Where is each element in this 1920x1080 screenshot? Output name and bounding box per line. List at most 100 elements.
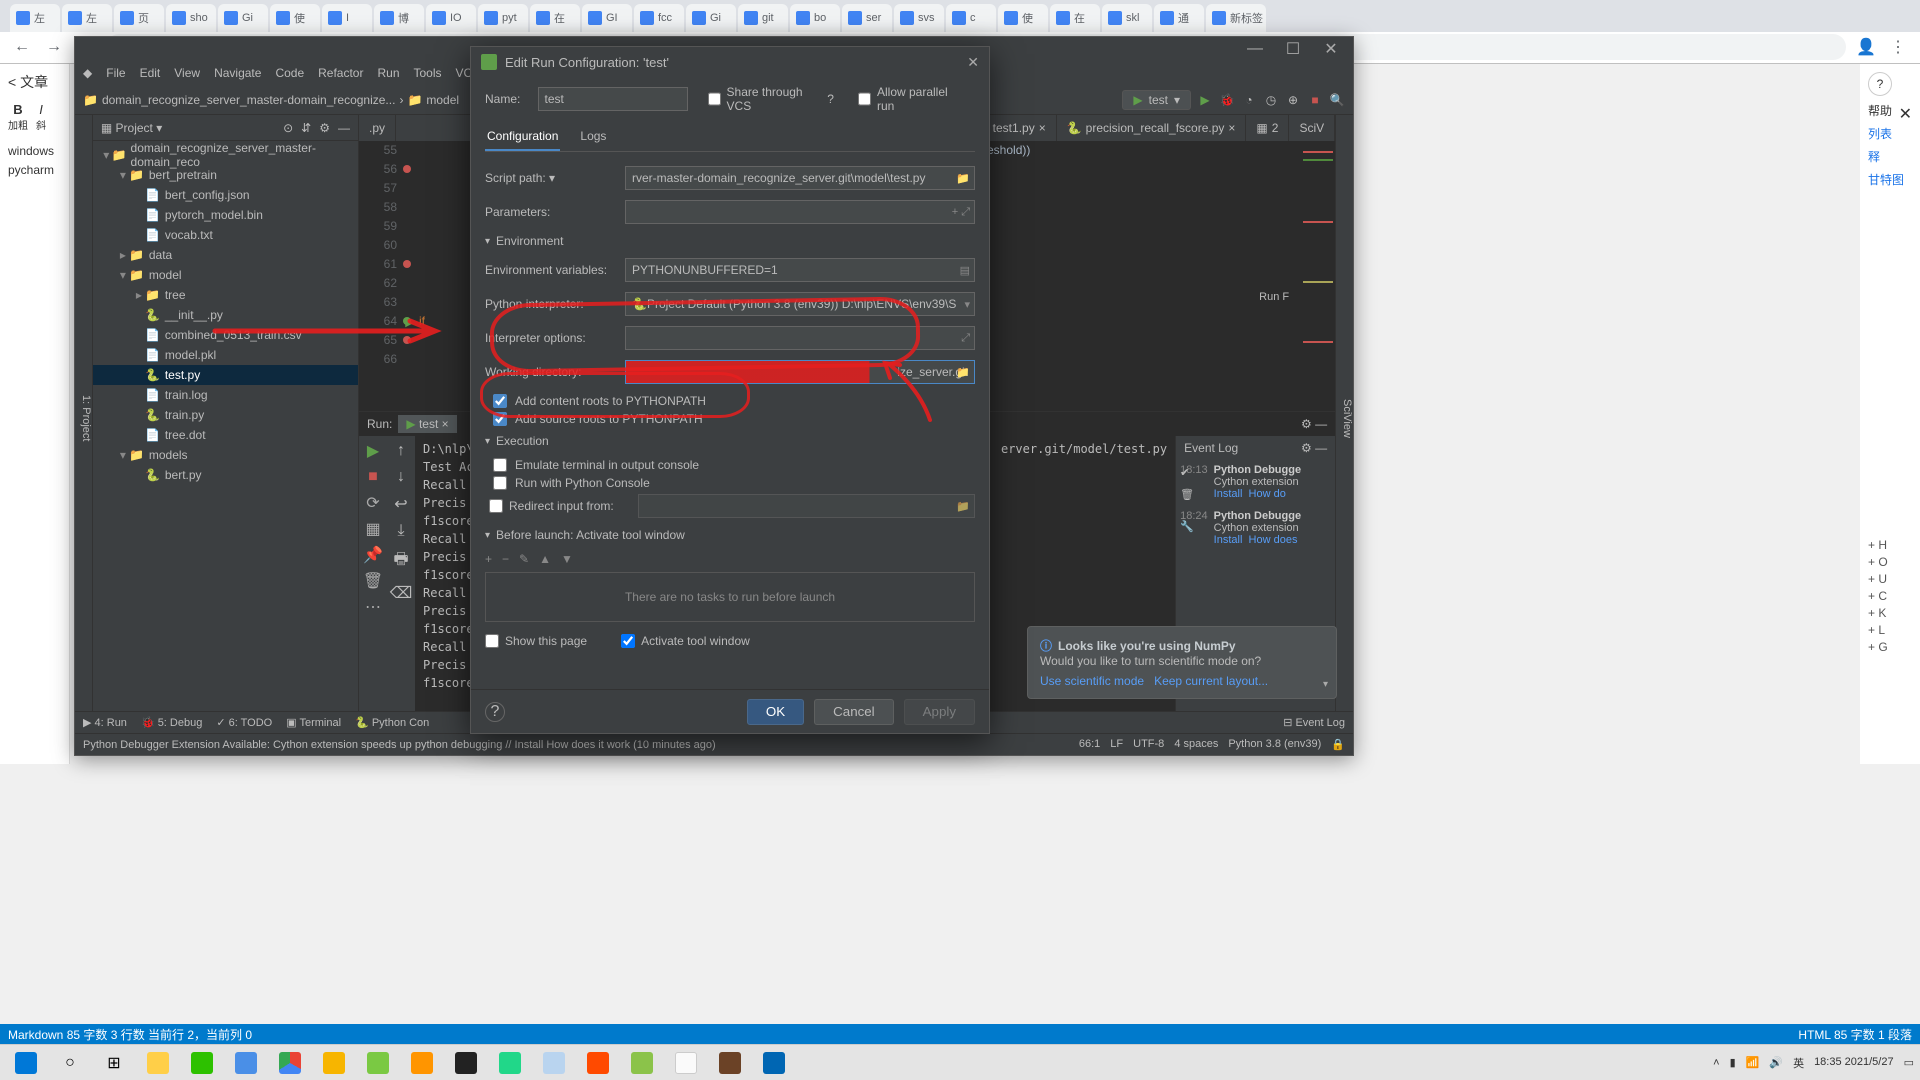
menu-navigate[interactable]: Navigate	[214, 66, 261, 80]
browser-tab[interactable]: ser	[842, 4, 892, 32]
interpreter-options-input[interactable]: ⤢	[625, 326, 975, 350]
7zip-icon[interactable]	[754, 1048, 794, 1078]
tree-item[interactable]: ▸📁tree	[93, 285, 358, 305]
notification-center-icon[interactable]: ▭	[1904, 1056, 1914, 1069]
browser-tab[interactable]: Gi	[686, 4, 736, 32]
browser-tab[interactable]: Gi	[218, 4, 268, 32]
profile-button[interactable]: ◷	[1263, 92, 1279, 108]
add-task-button[interactable]: +	[485, 552, 492, 566]
browser-tab[interactable]: 新标签	[1206, 4, 1266, 32]
browser-tab[interactable]: 使	[998, 4, 1048, 32]
app-icon[interactable]	[358, 1048, 398, 1078]
crumb-item[interactable]: model	[426, 93, 459, 107]
help-icon[interactable]: ?	[827, 92, 834, 106]
taskview-button[interactable]: ⊞	[94, 1048, 134, 1078]
menu-icon[interactable]: ⋮	[1886, 35, 1910, 59]
browser-tab[interactable]: 使	[270, 4, 320, 32]
folder-icon[interactable]: 📁	[956, 172, 970, 185]
hide-icon[interactable]: —	[1315, 441, 1327, 455]
toolwin-todo[interactable]: ✓ 6: TODO	[216, 716, 272, 729]
toolwin-terminal[interactable]: ▣ Terminal	[286, 716, 341, 729]
browser-tab[interactable]: GI	[582, 4, 632, 32]
italic-button[interactable]: I	[39, 102, 43, 117]
tab-configuration[interactable]: Configuration	[485, 123, 560, 151]
tree-item[interactable]: ▾📁models	[93, 445, 358, 465]
parallel-checkbox[interactable]: Allow parallel run	[858, 85, 961, 113]
browser-tab[interactable]: sho	[166, 4, 216, 32]
browser-tab[interactable]: fcc	[634, 4, 684, 32]
down-button[interactable]: ↓	[397, 468, 405, 486]
run-config-selector[interactable]: ▶test▾	[1122, 90, 1191, 110]
app-icon[interactable]	[534, 1048, 574, 1078]
line-separator[interactable]: LF	[1110, 738, 1123, 751]
tree-item[interactable]: 📄pytorch_model.bin	[93, 205, 358, 225]
help-link[interactable]: 甘特图	[1868, 171, 1912, 188]
print-button[interactable]: 🖶	[393, 548, 408, 575]
app-icon[interactable]	[226, 1048, 266, 1078]
tree-item[interactable]: 📄model.pkl	[93, 345, 358, 365]
ok-button[interactable]: OK	[747, 699, 804, 725]
add-source-roots-checkbox[interactable]: Add source roots to PYTHONPATH	[493, 412, 975, 426]
hide-icon[interactable]: —	[338, 121, 350, 135]
event-link[interactable]: How do	[1249, 488, 1286, 500]
explorer-icon[interactable]	[138, 1048, 178, 1078]
restart-button[interactable]: ⟳	[364, 494, 382, 512]
editor-tab[interactable]: 🐍precision_recall_fscore.py ×	[1057, 115, 1247, 141]
layout-button[interactable]: ▦	[364, 520, 382, 538]
coverage-button[interactable]: ◔	[1241, 92, 1257, 108]
event-link[interactable]: Install	[1214, 488, 1243, 500]
profile-icon[interactable]: 👤	[1854, 35, 1878, 59]
menu-view[interactable]: View	[174, 66, 200, 80]
browser-tab[interactable]: 博	[374, 4, 424, 32]
before-launch-section[interactable]: Before launch: Activate tool window	[496, 528, 685, 542]
notification-link[interactable]: Use scientific mode	[1040, 674, 1144, 688]
down-button[interactable]: ▼	[561, 552, 573, 566]
crumb-root[interactable]: domain_recognize_server_master-domain_re…	[102, 93, 395, 107]
maximize-button[interactable]: ☐	[1279, 39, 1307, 59]
gear-icon[interactable]: ⚙	[1301, 441, 1312, 455]
close-icon[interactable]: ✕	[967, 54, 979, 71]
apply-button[interactable]: Apply	[904, 699, 975, 725]
browser-tab[interactable]: IO	[426, 4, 476, 32]
file-encoding[interactable]: UTF-8	[1133, 738, 1164, 751]
envvars-input[interactable]: PYTHONUNBUFFERED=1▤	[625, 258, 975, 282]
nav-forward-button[interactable]: →	[42, 35, 66, 59]
editor-minimap[interactable]	[1295, 141, 1335, 411]
chrome-icon[interactable]	[270, 1048, 310, 1078]
editor-tab[interactable]: .py	[359, 115, 396, 141]
run-tab[interactable]: ▶ test ×	[398, 415, 456, 433]
browser-tab[interactable]: I	[322, 4, 372, 32]
browser-tab[interactable]: 左	[10, 4, 60, 32]
menu-tools[interactable]: Tools	[414, 66, 442, 80]
volume-icon[interactable]: 🔊	[1769, 1056, 1783, 1069]
stop-button[interactable]: ■	[364, 468, 382, 486]
interpreter-info[interactable]: Python 3.8 (env39)	[1228, 738, 1321, 751]
softwrap-button[interactable]: ↩	[394, 494, 407, 514]
redirect-input-path[interactable]: 📁	[638, 494, 975, 518]
right-tool-gutter[interactable]: SciView	[1335, 115, 1353, 711]
environment-section[interactable]: Environment	[496, 234, 563, 248]
folder-icon[interactable]: 📁	[956, 500, 970, 513]
pycharm-icon[interactable]	[490, 1048, 530, 1078]
wifi-icon[interactable]: 📶	[1746, 1056, 1760, 1069]
tree-item[interactable]: 📄train.log	[93, 385, 358, 405]
editor-tab[interactable]: ▦2	[1246, 115, 1289, 141]
edit-task-button[interactable]: ✎	[519, 552, 529, 566]
tree-item[interactable]: 📄tree.dot	[93, 425, 358, 445]
redirect-input-checkbox[interactable]: Redirect input from:	[489, 499, 614, 513]
search-icon[interactable]	[402, 1048, 442, 1078]
more-button[interactable]: ⋯	[364, 598, 382, 616]
working-dir-input[interactable]: ize_server.git📁	[625, 360, 975, 384]
trash-icon[interactable]: 🗑	[1180, 488, 1194, 501]
tree-item[interactable]: 📄combined_0513_train.csv	[93, 325, 358, 345]
menu-run[interactable]: Run	[377, 66, 399, 80]
attach-button[interactable]: ⊕	[1285, 92, 1301, 108]
hide-icon[interactable]: —	[1315, 417, 1327, 431]
chevron-down-icon[interactable]: ▾	[1323, 679, 1328, 690]
tree-item[interactable]: 🐍bert.py	[93, 465, 358, 485]
share-vcs-checkbox[interactable]: Share through VCS ?	[708, 85, 834, 113]
browser-tab[interactable]: pyt	[478, 4, 528, 32]
indent-info[interactable]: 4 spaces	[1174, 738, 1218, 751]
wrench-icon[interactable]: 🔧	[1180, 520, 1194, 533]
show-page-checkbox[interactable]: Show this page	[485, 634, 587, 648]
